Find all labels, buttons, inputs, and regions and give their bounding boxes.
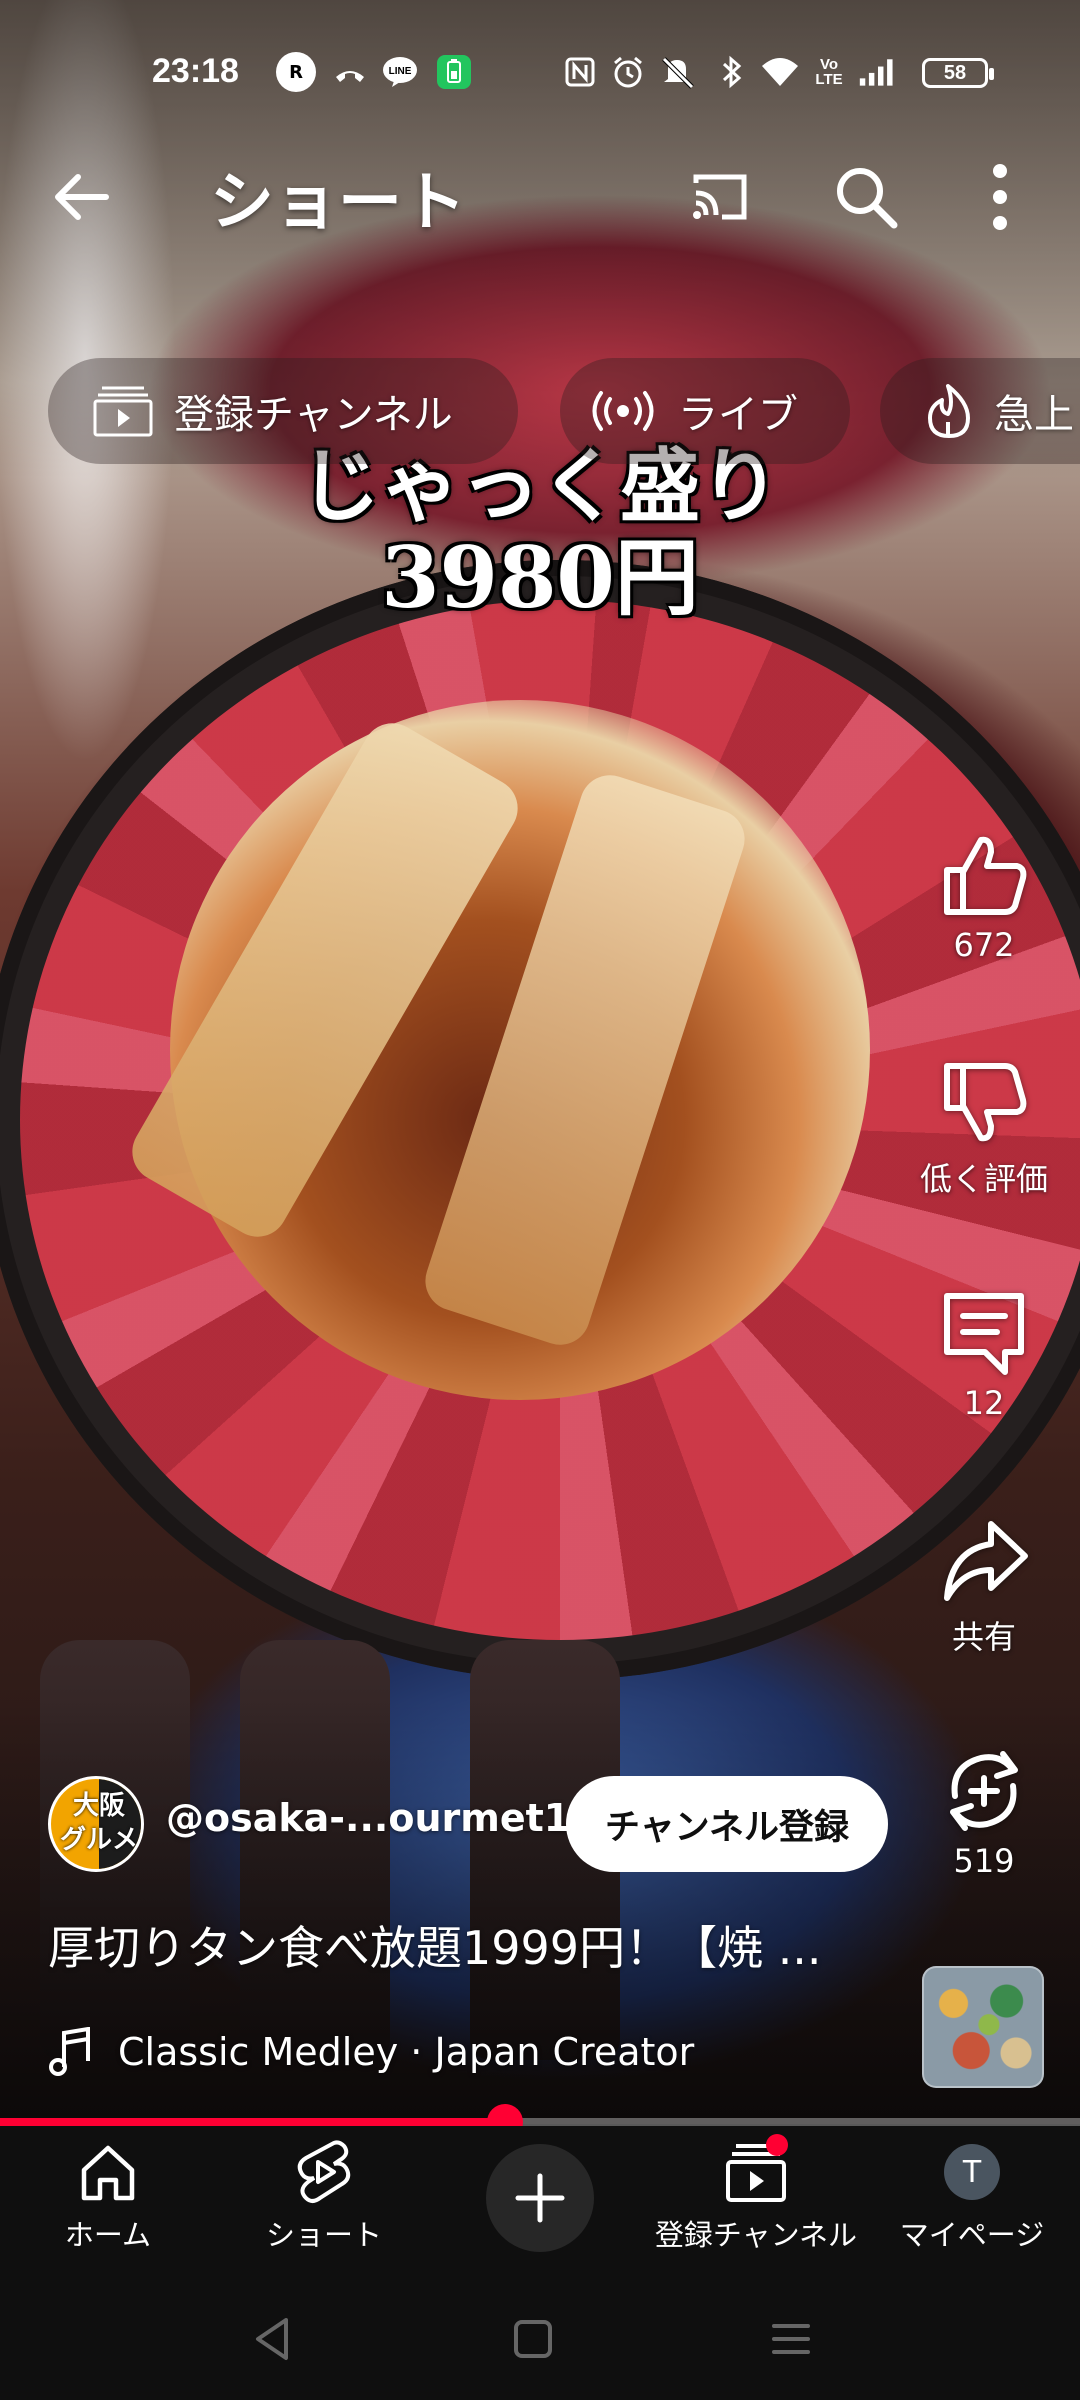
comments-button[interactable]: 12	[924, 1288, 1044, 1422]
channel-avatar[interactable]: 大阪 グルメ	[48, 1776, 144, 1872]
back-button[interactable]	[50, 165, 114, 229]
system-back-button[interactable]	[248, 2314, 298, 2364]
nav-mypage[interactable]: T マイページ	[864, 2140, 1080, 2270]
video-overlay-caption: じゃっく盛り 3980円	[0, 440, 1080, 624]
status-bar: 23:18 R LINE Vo LTE 58	[0, 40, 1080, 106]
back-arrow-icon	[55, 174, 109, 220]
top-app-bar: ショート	[0, 145, 1080, 245]
music-thumbnail[interactable]	[922, 1966, 1044, 2088]
thumbs-down-icon	[944, 1063, 1027, 1142]
feed-filter-chips: 登録チャンネル ライブ 急上	[0, 358, 1080, 464]
share-label: 共有	[951, 1618, 1016, 1656]
nav-subscriptions-label: 登録チャンネル	[654, 2218, 858, 2252]
home-icon	[81, 2145, 135, 2201]
nav-shorts[interactable]: ショート	[216, 2140, 432, 2270]
nav-mypage-label: マイページ	[899, 2218, 1045, 2252]
svg-text:LINE: LINE	[389, 66, 412, 77]
subscriptions-icon	[93, 386, 153, 437]
status-time: 23:18	[152, 52, 239, 90]
nav-home-label: ホーム	[64, 2218, 152, 2252]
shorts-icon	[297, 2140, 351, 2203]
search-icon	[837, 168, 898, 229]
volte-icon: Vo LTE	[815, 56, 843, 88]
alarm-icon	[608, 52, 648, 92]
cast-button[interactable]	[688, 165, 752, 229]
share-button[interactable]: 共有	[924, 1516, 1044, 1658]
search-button[interactable]	[832, 163, 900, 231]
remix-count: 519	[953, 1842, 1015, 1880]
chip-subscriptions[interactable]: 登録チャンネル	[48, 358, 518, 464]
battery-saver-icon	[434, 52, 474, 92]
line-app-icon: LINE	[380, 52, 420, 92]
more-vert-icon	[993, 164, 1007, 230]
nav-shorts-label: ショート	[265, 2218, 382, 2252]
plus-icon	[515, 2173, 565, 2223]
nfc-icon	[560, 52, 600, 92]
nav-subscriptions[interactable]: 登録チャンネル	[648, 2134, 864, 2270]
like-count: 672	[953, 926, 1015, 964]
triangle-back-icon	[256, 2318, 288, 2360]
music-note-icon	[49, 2027, 90, 2076]
music-label: Classic Medley · Japan Creator	[118, 2030, 695, 2074]
dislike-label: 低く評価	[919, 1160, 1048, 1198]
subscribe-button[interactable]: チャンネル登録	[566, 1776, 888, 1872]
cast-icon	[693, 174, 747, 220]
chip-trending[interactable]: 急上	[880, 358, 1080, 464]
live-icon	[592, 391, 654, 431]
dislike-button[interactable]: 低く評価	[904, 1058, 1064, 1200]
avatar-text-top: 大阪	[72, 1791, 125, 1821]
share-icon	[944, 1521, 1028, 1601]
channel-handle[interactable]: @osaka-...ourmet1	[166, 1796, 570, 1840]
playback-progress[interactable]	[0, 2104, 1080, 2140]
chip-label: 登録チャンネル	[174, 392, 453, 438]
comment-icon	[944, 1293, 1024, 1375]
system-navigation-bar	[0, 2274, 1080, 2400]
remix-icon	[950, 1751, 1018, 1831]
more-options-button[interactable]	[980, 159, 1020, 235]
remix-button[interactable]: 519	[924, 1746, 1044, 1880]
music-row[interactable]: Classic Medley · Japan Creator	[48, 2022, 868, 2082]
menu-lines-icon	[772, 2324, 810, 2354]
missed-call-icon	[330, 52, 370, 92]
overlay-line-2: 3980円	[381, 528, 699, 627]
progress-fill	[0, 2118, 506, 2126]
video-title[interactable]: 厚切りタン食べ放題1999円！【焼 ...	[48, 1912, 868, 1978]
like-button[interactable]: 672	[924, 830, 1044, 964]
mute-icon	[658, 52, 698, 92]
notification-dot	[766, 2134, 788, 2156]
signal-icon	[858, 52, 898, 92]
system-home-button[interactable]	[508, 2314, 558, 2364]
page-title: ショート	[210, 166, 466, 240]
trending-icon	[928, 384, 970, 438]
nav-home[interactable]: ホーム	[0, 2140, 216, 2270]
user-avatar: T	[944, 2144, 1000, 2200]
bottom-navigation: ホーム ショート 登録チャンネル T マイページ	[0, 2126, 1080, 2274]
battery-indicator: 58	[922, 58, 994, 88]
chip-label: 急上	[994, 392, 1074, 438]
thumbs-up-icon	[944, 836, 1027, 915]
comment-count: 12	[963, 1384, 1005, 1422]
avatar-text-bottom: グルメ	[59, 1825, 138, 1855]
chip-live[interactable]: ライブ	[560, 358, 850, 464]
create-button[interactable]	[486, 2144, 594, 2252]
chip-label: ライブ	[678, 392, 798, 438]
wifi-icon	[760, 52, 800, 92]
r-line-icon: R	[276, 52, 316, 92]
bluetooth-icon	[712, 52, 752, 92]
channel-row: 大阪 グルメ @osaka-...ourmet1 チャンネル登録	[48, 1776, 908, 1872]
system-recents-button[interactable]	[766, 2314, 816, 2364]
square-home-icon	[514, 2320, 552, 2358]
